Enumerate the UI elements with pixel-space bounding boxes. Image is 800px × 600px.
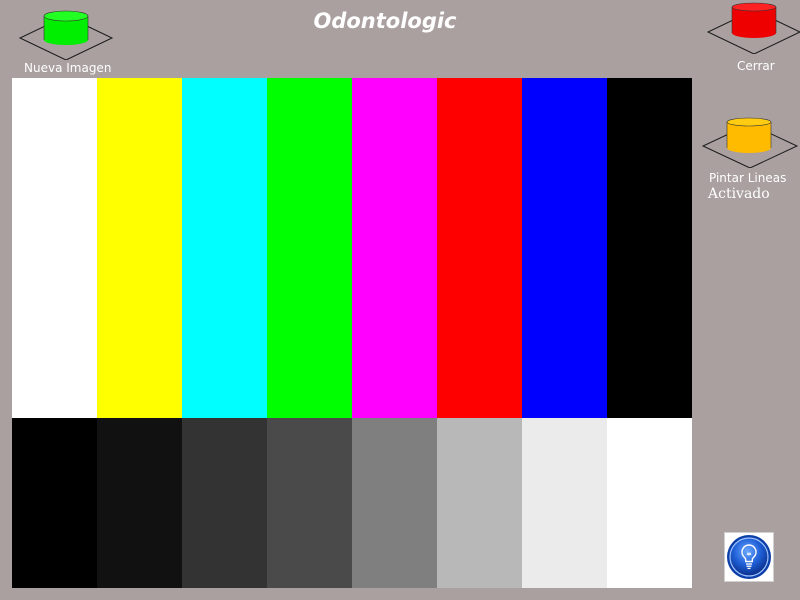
lightbulb-icon (727, 535, 771, 579)
orange-cylinder-button-icon (701, 117, 799, 168)
gray-bar-6 (437, 418, 522, 588)
new-image-button[interactable] (18, 10, 114, 60)
gray-bar-5 (352, 418, 437, 588)
color-bar-3 (182, 78, 267, 418)
color-bar-6 (437, 78, 522, 418)
color-bar-1 (12, 78, 97, 418)
close-label: Cerrar (737, 59, 775, 73)
gray-bar-7 (522, 418, 607, 588)
new-image-label: Nueva Imagen (24, 61, 112, 75)
color-bar-2 (97, 78, 182, 418)
paint-lines-status: Activado (708, 186, 770, 202)
color-bar-4 (267, 78, 352, 418)
gray-bar-1 (12, 418, 97, 588)
red-cylinder-button-icon (706, 2, 800, 54)
close-button[interactable] (706, 2, 800, 54)
color-bars-row (12, 78, 692, 418)
gray-bar-2 (97, 418, 182, 588)
app-title: Odontologic (313, 9, 457, 33)
green-cylinder-button-icon (18, 10, 114, 60)
help-button[interactable] (724, 532, 774, 582)
color-bar-8 (607, 78, 692, 418)
paint-lines-button[interactable] (700, 116, 800, 168)
gray-bar-4 (267, 418, 352, 588)
color-bar-5 (352, 78, 437, 418)
color-bar-7 (522, 78, 607, 418)
gray-bar-3 (182, 418, 267, 588)
paint-lines-label: Pintar Lineas (709, 171, 787, 185)
grayscale-bars-row (12, 418, 692, 588)
gray-bar-8 (607, 418, 692, 588)
image-canvas[interactable] (12, 78, 692, 588)
